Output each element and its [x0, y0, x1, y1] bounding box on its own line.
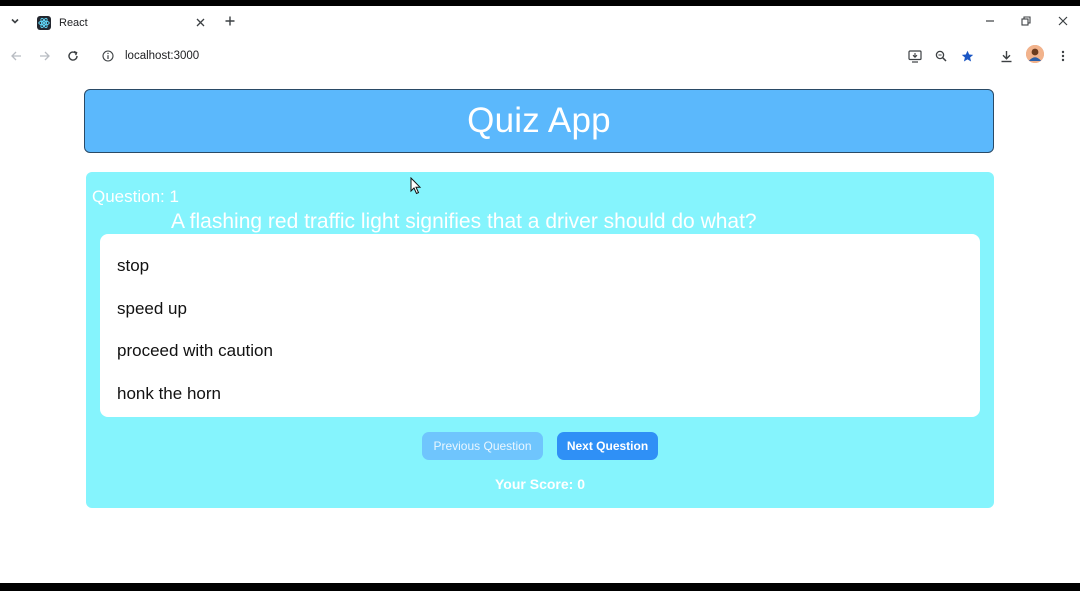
restore-icon [1021, 16, 1031, 26]
tab-strip: React [0, 6, 1080, 36]
browser-toolbar: localhost:3000 [0, 36, 1080, 76]
restore-button[interactable] [1016, 11, 1036, 31]
bookmark-button[interactable] [957, 46, 977, 66]
star-icon [961, 50, 973, 61]
install-app-button[interactable] [905, 46, 925, 66]
previous-question-button[interactable]: Previous Question [422, 432, 543, 460]
profile-avatar[interactable] [1026, 45, 1044, 63]
download-icon [1001, 50, 1011, 62]
app-header: Quiz App [84, 89, 994, 153]
arrow-left-icon [11, 51, 21, 61]
reload-icon [68, 50, 78, 61]
mouse-cursor-icon [410, 177, 422, 195]
page-content: Quiz App Question: 1 A flashing red traf… [0, 76, 1080, 583]
minimize-icon [986, 20, 994, 22]
browser-window: React localhost:3000 Quiz App Question: … [0, 6, 1080, 583]
chevron-down-icon [11, 18, 19, 24]
answer-list: stop speed up proceed with caution honk … [100, 234, 980, 417]
reload-button[interactable] [63, 46, 83, 66]
minimize-button[interactable] [980, 11, 1000, 31]
tab-search-button[interactable] [6, 11, 24, 31]
more-vertical-icon [1061, 50, 1065, 62]
arrow-right-icon [40, 51, 50, 61]
question-text: A flashing red traffic light signifies t… [171, 210, 757, 233]
close-icon [1058, 16, 1068, 26]
next-question-button[interactable]: Next Question [557, 432, 658, 460]
site-info-icon[interactable] [100, 48, 116, 64]
quiz-card: Question: 1 A flashing red traffic light… [86, 172, 994, 508]
close-window-button[interactable] [1053, 11, 1073, 31]
close-icon [196, 18, 204, 27]
app-title: Quiz App [467, 101, 611, 140]
address-bar[interactable]: localhost:3000 [96, 43, 896, 69]
menu-button[interactable] [1053, 46, 1073, 66]
tab-title: React [59, 16, 88, 29]
url-text: localhost:3000 [125, 50, 200, 62]
zoom-button[interactable] [931, 46, 951, 66]
tab-close-button[interactable] [191, 14, 209, 32]
new-tab-button[interactable] [221, 12, 239, 30]
browser-tab[interactable]: React [27, 9, 215, 36]
zoom-icon [935, 50, 947, 62]
question-number: Question: 1 [92, 187, 179, 206]
back-button[interactable] [6, 46, 26, 66]
score-display: Your Score: 0 [495, 476, 585, 492]
forward-button[interactable] [35, 46, 55, 66]
answer-option[interactable]: proceed with caution [117, 341, 273, 361]
answer-option[interactable]: honk the horn [117, 384, 221, 404]
downloads-button[interactable] [996, 46, 1016, 66]
react-logo-icon [37, 15, 51, 30]
install-icon [908, 49, 922, 63]
answer-option[interactable]: speed up [117, 299, 187, 319]
plus-icon [225, 16, 235, 26]
answer-option[interactable]: stop [117, 256, 149, 276]
